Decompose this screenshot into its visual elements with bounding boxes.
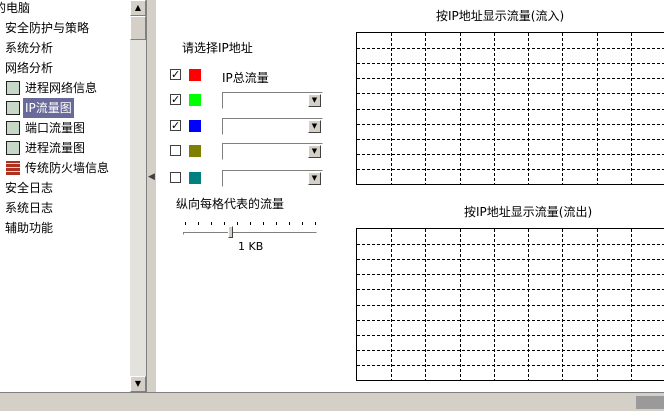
tree-item[interactable]: 安全日志	[0, 178, 55, 198]
status-bar	[0, 392, 664, 411]
ip-row-1-color-swatch	[189, 69, 201, 81]
navigation-tree[interactable]: 的电脑安全防护与策略 系统分析网络分析进程网络信息 IP流量图端口流量图进程流量图传…	[0, 0, 146, 392]
tree-item-label: 网络分析	[5, 61, 54, 75]
outbound-chart-title: 按IP地址显示流量(流出)	[464, 205, 593, 219]
ip-row-3-checkbox[interactable]: ✓	[170, 120, 181, 131]
ip-row-1-checkbox[interactable]: ✓	[170, 69, 181, 80]
tree-item[interactable]: 进程流量图	[6, 138, 87, 158]
collapse-pane-icon[interactable]: ◀	[148, 172, 155, 182]
dropdown-arrow-icon[interactable]: ▼	[308, 145, 321, 158]
tree-item-label: 传统防火墙信息	[25, 161, 110, 175]
select-ip-label: 请选择IP地址	[182, 41, 253, 55]
scroll-down-arrow-icon[interactable]: ▼	[130, 376, 146, 392]
port-traffic-icon	[6, 121, 20, 135]
tree-item[interactable]: 安全防护与策略	[0, 18, 91, 38]
tree-item-label: IP流量图	[23, 98, 74, 118]
inbound-chart-title: 按IP地址显示流量(流入)	[436, 9, 565, 23]
ip-row-4-checkbox[interactable]	[170, 145, 181, 156]
slider-tick	[237, 222, 238, 225]
tree-item-label: 安全日志	[5, 181, 54, 195]
slider-tick	[315, 222, 316, 225]
ip-row-5-select[interactable]: ▼	[222, 170, 323, 187]
tree-item[interactable]: 端口流量图	[6, 118, 87, 138]
scale-label: 纵向每格代表的流量	[176, 197, 285, 211]
scale-slider-thumb[interactable]	[227, 226, 233, 238]
ip-total-label: IP总流量	[222, 71, 269, 85]
scale-value: 1 KB	[238, 240, 264, 253]
pane-splitter[interactable]: ◀	[146, 0, 156, 392]
tree-item-label: 系统分析	[5, 41, 54, 55]
slider-tick	[263, 222, 264, 225]
process-traffic-icon	[6, 141, 20, 155]
firewall-icon	[6, 161, 20, 175]
tree-item[interactable]: 进程网络信息	[6, 78, 99, 98]
ip-row-2-color-swatch	[189, 94, 201, 106]
tree-item[interactable]: 系统日志	[0, 198, 55, 218]
slider-tick	[302, 222, 303, 225]
scale-slider-track[interactable]	[183, 232, 317, 235]
tree-item-label: 系统日志	[5, 201, 54, 215]
slider-tick	[276, 222, 277, 225]
tree-item-label: 安全防护与策略	[5, 21, 90, 35]
tree-vertical-scrollbar[interactable]: ▲ ▼	[130, 0, 146, 392]
outbound-traffic-grid	[356, 228, 664, 381]
tree-item[interactable]: 辅助功能	[0, 218, 55, 238]
tree-item-label: 端口流量图	[25, 121, 86, 135]
ip-traffic-icon	[6, 101, 20, 115]
ip-row-3-color-swatch	[189, 120, 201, 132]
status-progress-block	[636, 396, 664, 409]
tree-item[interactable]: 传统防火墙信息	[6, 158, 111, 178]
dropdown-arrow-icon[interactable]: ▼	[308, 172, 321, 185]
tree-item-label: 的电脑	[0, 1, 31, 15]
ip-row-3-select[interactable]: ▼	[222, 118, 323, 135]
tree-item[interactable]: 系统分析	[0, 38, 55, 58]
slider-tick	[250, 222, 251, 225]
tree-item-label: 辅助功能	[5, 221, 54, 235]
tree-item-label: 进程流量图	[25, 141, 86, 155]
tree-item[interactable]: 网络分析	[0, 58, 55, 78]
tree-item[interactable]: IP流量图	[6, 98, 74, 118]
ip-row-4-color-swatch	[189, 145, 201, 157]
dropdown-arrow-icon[interactable]: ▼	[308, 94, 321, 107]
slider-tick	[289, 222, 290, 225]
inbound-traffic-grid	[356, 32, 664, 185]
ip-row-2-select[interactable]: ▼	[222, 92, 323, 109]
scroll-thumb[interactable]	[130, 16, 146, 40]
slider-tick	[211, 222, 212, 225]
slider-tick	[198, 222, 199, 225]
process-network-icon	[6, 81, 20, 95]
ip-row-5-checkbox[interactable]	[170, 172, 181, 183]
tree-item[interactable]: 的电脑	[0, 0, 32, 18]
tree-item-label: 进程网络信息	[25, 81, 98, 95]
slider-tick	[224, 222, 225, 225]
ip-row-2-checkbox[interactable]: ✓	[170, 94, 181, 105]
scroll-up-arrow-icon[interactable]: ▲	[130, 0, 146, 16]
ip-row-5-color-swatch	[189, 172, 201, 184]
slider-tick	[185, 222, 186, 225]
ip-traffic-view: 请选择IP地址 ✓ IP总流量 ✓ ▼ ✓ ▼ ▼ ▼ 纵向每格代表的流量 1 …	[156, 0, 664, 392]
ip-row-4-select[interactable]: ▼	[222, 143, 323, 160]
dropdown-arrow-icon[interactable]: ▼	[308, 120, 321, 133]
